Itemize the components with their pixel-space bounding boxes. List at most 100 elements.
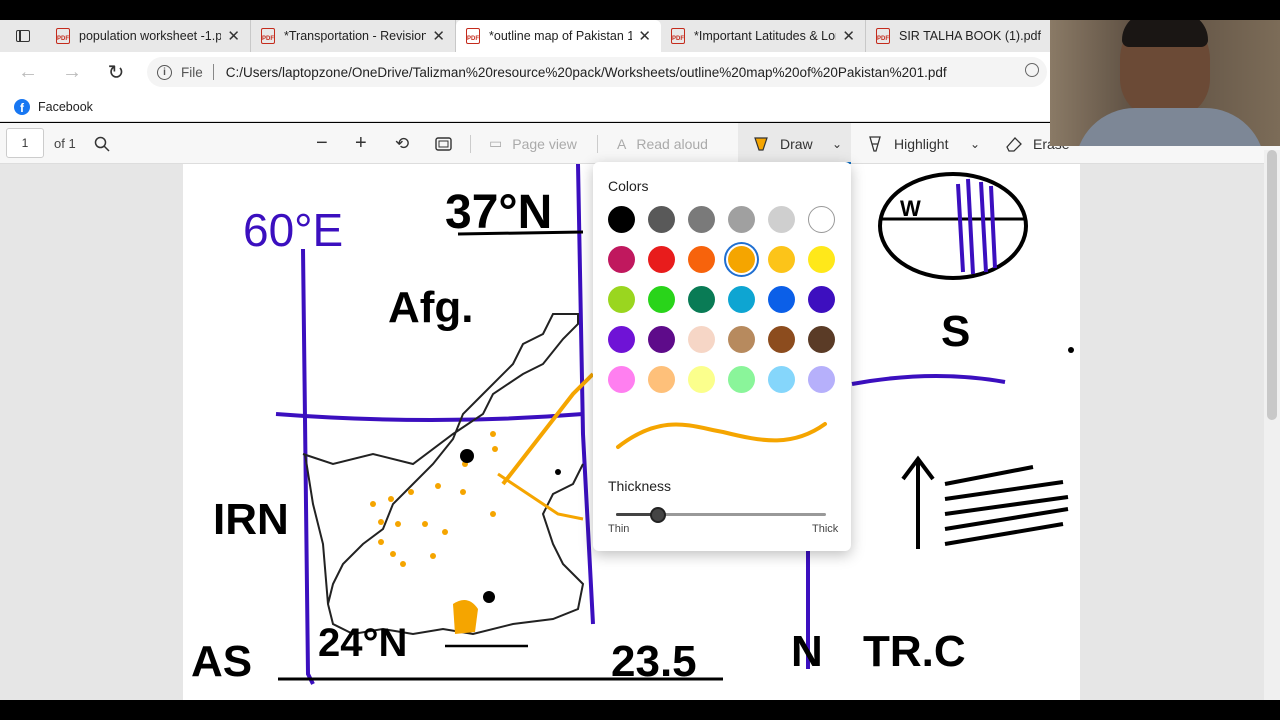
- draw-button[interactable]: Draw: [752, 123, 813, 164]
- tab-title: SIR TALHA BOOK (1).pdf: [899, 29, 1041, 43]
- favorite-facebook[interactable]: Facebook: [38, 100, 93, 114]
- color-swatch[interactable]: [608, 366, 635, 393]
- page-view-icon: ▭: [489, 135, 503, 151]
- color-swatch[interactable]: [648, 246, 675, 273]
- color-swatch[interactable]: [648, 366, 675, 393]
- color-swatch[interactable]: [768, 326, 795, 353]
- zoom-out-button[interactable]: −: [316, 123, 328, 164]
- color-swatch[interactable]: [728, 366, 755, 393]
- color-swatch[interactable]: [808, 206, 835, 233]
- pakistan-outline: [302, 313, 585, 636]
- thick-label: Thick: [812, 523, 839, 535]
- label-23-5: 23.5: [611, 637, 697, 686]
- label-37n: 37°N: [445, 186, 552, 239]
- close-icon[interactable]: ✕: [842, 27, 855, 45]
- page-view-button[interactable]: ▭ Page view: [489, 123, 577, 164]
- color-swatch[interactable]: [648, 326, 675, 353]
- zoom-icon[interactable]: [1025, 63, 1039, 77]
- black-dot: [555, 469, 561, 475]
- scrollbar-thumb[interactable]: [1267, 150, 1277, 420]
- color-swatch[interactable]: [728, 206, 755, 233]
- close-icon[interactable]: ✕: [638, 27, 651, 45]
- tab-transportation[interactable]: PDF *Transportation - Revision worksheet…: [251, 20, 456, 52]
- tab-important-latitudes[interactable]: PDF *Important Latitudes & Longitudes.pd…: [661, 20, 866, 52]
- color-swatch[interactable]: [728, 286, 755, 313]
- color-swatch[interactable]: [608, 326, 635, 353]
- tab-population-worksheet[interactable]: PDF population worksheet -1.pdf ✕: [46, 20, 251, 52]
- draw-options-dropdown[interactable]: ⌄: [832, 123, 842, 164]
- webcam-person-hair: [1122, 20, 1208, 47]
- url-text[interactable]: C:/Users/laptopzone/OneDrive/Talizman%20…: [226, 65, 947, 80]
- thickness-slider-knob[interactable]: [650, 507, 666, 523]
- highlight-button[interactable]: Highlight: [866, 123, 948, 164]
- tab-sir-talha-book[interactable]: PDF SIR TALHA BOOK (1).pdf: [866, 20, 1071, 52]
- read-aloud-label: Read aloud: [636, 135, 708, 152]
- back-button[interactable]: ←: [6, 52, 50, 92]
- tab-title: *Transportation - Revision worksheet.pdf: [284, 29, 427, 43]
- tab-outline-map[interactable]: PDF *outline map of Pakistan 1.pdf ✕: [456, 20, 661, 52]
- label-24n: 24°N: [318, 621, 407, 665]
- close-icon[interactable]: ✕: [432, 27, 445, 45]
- chevron-down-icon: ⌄: [970, 136, 981, 151]
- page-number-input[interactable]: 1: [6, 128, 44, 158]
- highlight-label: Highlight: [894, 135, 949, 152]
- label-n: N: [791, 627, 823, 676]
- color-swatch[interactable]: [808, 246, 835, 273]
- search-button[interactable]: [94, 123, 110, 164]
- pdf-icon: PDF: [876, 28, 890, 44]
- draw-label: Draw: [780, 135, 813, 152]
- color-swatch[interactable]: [688, 286, 715, 313]
- color-swatch[interactable]: [808, 326, 835, 353]
- read-aloud-button[interactable]: A Read aloud: [617, 123, 708, 164]
- color-swatch[interactable]: [768, 286, 795, 313]
- color-swatch[interactable]: [808, 286, 835, 313]
- color-swatch[interactable]: [608, 246, 635, 273]
- tab-actions-button[interactable]: [0, 20, 46, 52]
- vertical-scrollbar[interactable]: [1264, 150, 1280, 700]
- thin-label: Thin: [608, 523, 630, 535]
- color-swatch[interactable]: [608, 206, 635, 233]
- color-swatch[interactable]: [608, 286, 635, 313]
- orange-blob-karachi: [453, 600, 478, 634]
- label-afg: Afg.: [388, 283, 474, 332]
- color-swatch[interactable]: [688, 206, 715, 233]
- globe-hatch: [956, 178, 997, 275]
- color-swatch[interactable]: [648, 206, 675, 233]
- rotate-icon: ⟲: [395, 133, 410, 153]
- black-dot: [483, 591, 495, 603]
- color-swatch[interactable]: [648, 286, 675, 313]
- label-trc: TR.C: [863, 627, 966, 676]
- label-as: AS: [191, 637, 252, 686]
- thickness-heading: Thickness: [608, 478, 672, 494]
- color-swatch[interactable]: [688, 366, 715, 393]
- refresh-button[interactable]: ↻: [94, 52, 138, 92]
- globe-circle: [878, 172, 1028, 280]
- stroke-preview: [616, 422, 827, 449]
- orange-stroke-lower: [497, 472, 584, 521]
- tab-actions-icon: [16, 30, 30, 42]
- color-swatch[interactable]: [728, 326, 755, 353]
- color-swatch[interactable]: [768, 206, 795, 233]
- page-view-label: Page view: [512, 135, 577, 152]
- forward-button[interactable]: →: [50, 52, 94, 92]
- color-swatch[interactable]: [728, 246, 755, 273]
- orange-stroke-border: [501, 372, 595, 486]
- close-icon[interactable]: ✕: [227, 27, 240, 45]
- highlight-options-dropdown[interactable]: ⌄: [970, 123, 980, 164]
- fit-page-button[interactable]: [435, 123, 452, 164]
- color-swatch[interactable]: [808, 366, 835, 393]
- info-icon[interactable]: i: [157, 64, 172, 80]
- address-field[interactable]: i File C:/Users/laptopzone/OneDrive/Tali…: [147, 57, 1047, 87]
- zoom-in-button[interactable]: +: [355, 123, 367, 164]
- rotate-button[interactable]: ⟲: [395, 123, 409, 164]
- pdf-icon: PDF: [56, 28, 70, 44]
- color-swatch[interactable]: [688, 326, 715, 353]
- latitude-line-right: [851, 373, 1006, 386]
- address-bar-row: ← → ↻ i File C:/Users/laptopzone/OneDriv…: [0, 52, 1050, 92]
- color-swatch[interactable]: [688, 246, 715, 273]
- fit-page-icon: [435, 136, 452, 151]
- tab-title: population worksheet -1.pdf: [79, 29, 222, 43]
- color-swatch[interactable]: [768, 366, 795, 393]
- color-swatch[interactable]: [768, 246, 795, 273]
- hatch-lines: [944, 465, 1069, 546]
